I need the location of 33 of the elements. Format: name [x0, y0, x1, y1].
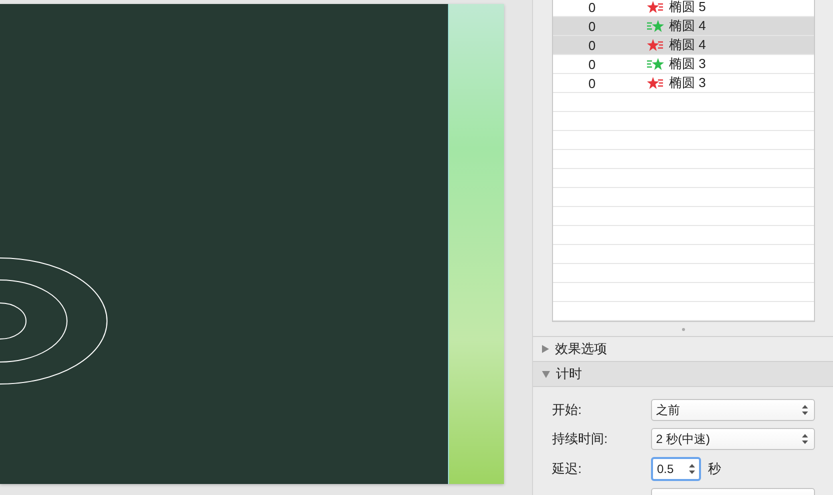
effect-name: 椭圆 3 — [669, 74, 706, 92]
exit-star-icon — [647, 0, 664, 14]
order-number: 0 — [587, 0, 597, 14]
stepper-arrows-icon — [689, 464, 695, 474]
animation-list-item[interactable]: 0 椭圆 4 — [553, 17, 814, 36]
exit-star-icon — [647, 76, 664, 90]
start-dropdown[interactable]: 之前 — [651, 399, 815, 421]
effect-name: 椭圆 3 — [669, 55, 706, 73]
delay-label: 延迟: — [552, 460, 583, 478]
order-number: 0 — [587, 76, 597, 90]
animation-list-item[interactable]: 0 椭圆 3 — [553, 55, 814, 74]
entrance-star-icon — [647, 20, 664, 32]
start-label: 开始: — [552, 401, 583, 419]
order-number: 0 — [587, 18, 597, 34]
stepper-arrows-icon — [802, 434, 808, 444]
effect-name: 椭圆 4 — [669, 36, 706, 54]
section-header[interactable]: 计时 — [533, 361, 833, 387]
resize-handle-icon[interactable] — [682, 328, 684, 330]
order-number: 0 — [587, 56, 597, 72]
entrance-star-icon — [647, 58, 664, 70]
animation-list-item[interactable]: 0 椭圆 3 — [553, 74, 814, 93]
duration-label: 持续时间: — [552, 430, 609, 448]
exit-star-icon — [647, 38, 664, 52]
order-number: 0 — [587, 38, 597, 52]
effect-name: 椭圆 5 — [669, 0, 706, 16]
effect-name: 椭圆 4 — [669, 17, 706, 35]
expand-triangle-icon — [542, 345, 549, 353]
duration-dropdown[interactable]: 2 秒(中速) — [651, 428, 815, 450]
delay-unit: 秒 — [708, 460, 721, 478]
delay-stepper[interactable]: 0.5 — [651, 457, 701, 481]
collapse-triangle-icon — [542, 370, 550, 378]
stepper-arrows-icon — [802, 405, 808, 415]
animation-list-item[interactable]: 0 椭圆 4 — [553, 36, 814, 55]
